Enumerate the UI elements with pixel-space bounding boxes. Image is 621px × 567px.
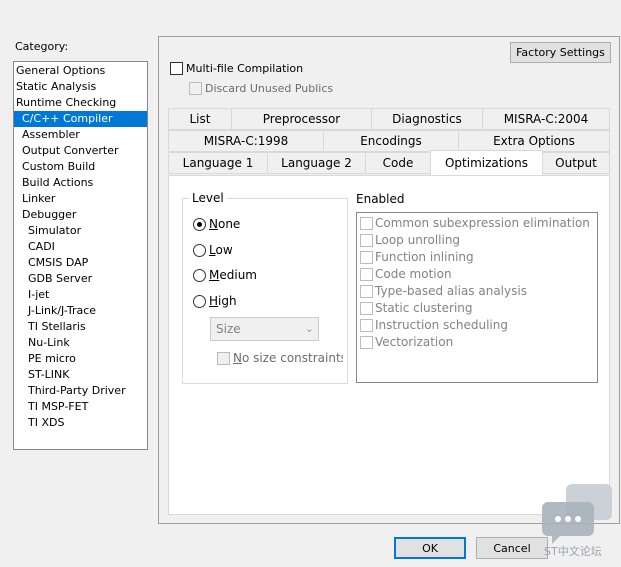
level-high-radio[interactable] bbox=[193, 295, 206, 308]
accel-key: M bbox=[209, 268, 220, 282]
label-rest: igh bbox=[218, 294, 237, 308]
tab-encodings[interactable]: Encodings bbox=[323, 130, 459, 152]
enabled-title: Enabled bbox=[356, 192, 405, 206]
chevron-down-icon: ⌄ bbox=[304, 322, 314, 335]
category-item[interactable]: CADI bbox=[14, 239, 147, 255]
tab-misra-c-2004[interactable]: MISRA-C:2004 bbox=[482, 108, 610, 130]
optimization-checkbox[interactable] bbox=[360, 285, 373, 298]
tab-diagnostics[interactable]: Diagnostics bbox=[371, 108, 483, 130]
multi-file-compilation-checkbox[interactable] bbox=[170, 62, 183, 75]
optimization-label: Vectorization bbox=[375, 335, 454, 349]
category-item[interactable]: TI Stellaris bbox=[14, 319, 147, 335]
optimization-item[interactable]: Vectorization bbox=[357, 334, 597, 351]
accel-key: N bbox=[209, 217, 218, 231]
category-item[interactable]: PE micro bbox=[14, 351, 147, 367]
category-label: Category: bbox=[15, 40, 69, 53]
category-item[interactable]: Runtime Checking bbox=[14, 95, 147, 111]
optimization-checkbox[interactable] bbox=[360, 319, 373, 332]
optimization-checkbox[interactable] bbox=[360, 268, 373, 281]
tab-list[interactable]: List bbox=[168, 108, 232, 130]
optimization-item[interactable]: Common subexpression elimination bbox=[357, 215, 597, 232]
optimization-checkbox[interactable] bbox=[360, 251, 373, 264]
tab-misra-c-1998[interactable]: MISRA-C:1998 bbox=[168, 130, 324, 152]
level-none-radio[interactable] bbox=[193, 218, 206, 231]
category-item[interactable]: Linker bbox=[14, 191, 147, 207]
optimization-checkbox[interactable] bbox=[360, 336, 373, 349]
optimization-item[interactable]: Type-based alias analysis bbox=[357, 283, 597, 300]
label-rest: o size constraints bbox=[241, 351, 343, 365]
multi-file-compilation-label: Multi-file Compilation bbox=[186, 62, 304, 75]
tab-language-1[interactable]: Language 1 bbox=[168, 152, 268, 174]
tab-language-2[interactable]: Language 2 bbox=[267, 152, 366, 174]
factory-settings-button[interactable]: Factory Settings bbox=[510, 42, 611, 63]
accel-key: N bbox=[233, 351, 242, 365]
no-size-constraints-checkbox[interactable] bbox=[217, 352, 230, 365]
watermark-text: ST中文论坛 bbox=[544, 545, 602, 558]
optimization-item[interactable]: Loop unrolling bbox=[357, 232, 597, 249]
category-item[interactable]: Static Analysis bbox=[14, 79, 147, 95]
optimization-label: Loop unrolling bbox=[375, 233, 461, 247]
size-select[interactable]: Size ⌄ bbox=[210, 317, 319, 341]
category-item[interactable]: Third-Party Driver bbox=[14, 383, 147, 399]
accel-key: H bbox=[209, 294, 219, 308]
level-low-label: Low bbox=[209, 243, 233, 257]
category-item[interactable]: Output Converter bbox=[14, 143, 147, 159]
optimization-checkbox[interactable] bbox=[360, 217, 373, 230]
optimization-checkbox[interactable] bbox=[360, 234, 373, 247]
discard-unused-publics-label: Discard Unused Publics bbox=[205, 82, 334, 95]
discard-unused-publics-checkbox[interactable] bbox=[189, 82, 202, 95]
category-item[interactable]: Custom Build bbox=[14, 159, 147, 175]
tab-output[interactable]: Output bbox=[542, 152, 610, 174]
level-low-radio[interactable] bbox=[193, 244, 206, 257]
category-item[interactable]: General Options bbox=[14, 63, 147, 79]
optimization-label: Function inlining bbox=[375, 250, 474, 264]
ok-button[interactable]: OK bbox=[394, 537, 466, 559]
optimization-item[interactable]: Code motion bbox=[357, 266, 597, 283]
category-item[interactable]: ST-LINK bbox=[14, 367, 147, 383]
optimization-label: Static clustering bbox=[375, 301, 473, 315]
category-item[interactable]: GDB Server bbox=[14, 271, 147, 287]
no-size-constraints-label: No size constraints bbox=[233, 351, 343, 365]
level-none-label: None bbox=[209, 217, 240, 231]
level-title: Level bbox=[189, 191, 227, 205]
level-high-label: High bbox=[209, 294, 237, 308]
tab-optimizations[interactable]: Optimizations bbox=[430, 150, 543, 175]
optimization-label: Code motion bbox=[375, 267, 452, 281]
level-medium-radio[interactable] bbox=[193, 269, 206, 282]
optimization-label: Type-based alias analysis bbox=[375, 284, 527, 298]
label-rest: ow bbox=[215, 243, 233, 257]
category-item[interactable]: Nu-Link bbox=[14, 335, 147, 351]
size-select-value: Size bbox=[216, 322, 241, 336]
label-rest: edium bbox=[219, 268, 257, 282]
tab-preprocessor[interactable]: Preprocessor bbox=[231, 108, 372, 130]
optimization-label: Common subexpression elimination bbox=[375, 216, 590, 230]
cancel-button[interactable]: Cancel bbox=[476, 537, 548, 559]
tab-code[interactable]: Code bbox=[365, 152, 431, 174]
tab-extra-options[interactable]: Extra Options bbox=[458, 130, 610, 152]
category-item[interactable]: C/C++ Compiler bbox=[14, 111, 147, 127]
category-item[interactable]: CMSIS DAP bbox=[14, 255, 147, 271]
category-list[interactable]: General Options Static Analysis Runtime Ch… bbox=[13, 61, 148, 450]
category-item[interactable]: TI MSP-FET bbox=[14, 399, 147, 415]
category-item[interactable]: Assembler bbox=[14, 127, 147, 143]
category-item[interactable]: J-Link/J-Trace bbox=[14, 303, 147, 319]
optimization-item[interactable]: Instruction scheduling bbox=[357, 317, 597, 334]
optimization-checkbox[interactable] bbox=[360, 302, 373, 315]
category-item[interactable]: Simulator bbox=[14, 223, 147, 239]
category-item[interactable]: I-jet bbox=[14, 287, 147, 303]
optimization-label: Instruction scheduling bbox=[375, 318, 508, 332]
category-item[interactable]: Debugger bbox=[14, 207, 147, 223]
level-medium-label: Medium bbox=[209, 268, 257, 282]
optimization-item[interactable]: Function inlining bbox=[357, 249, 597, 266]
category-item[interactable]: TI XDS bbox=[14, 415, 147, 431]
optimization-item[interactable]: Static clustering bbox=[357, 300, 597, 317]
enabled-optimizations-list: Common subexpression elimination Loop unr… bbox=[356, 212, 598, 383]
category-item[interactable]: Build Actions bbox=[14, 175, 147, 191]
label-rest: one bbox=[217, 217, 241, 231]
